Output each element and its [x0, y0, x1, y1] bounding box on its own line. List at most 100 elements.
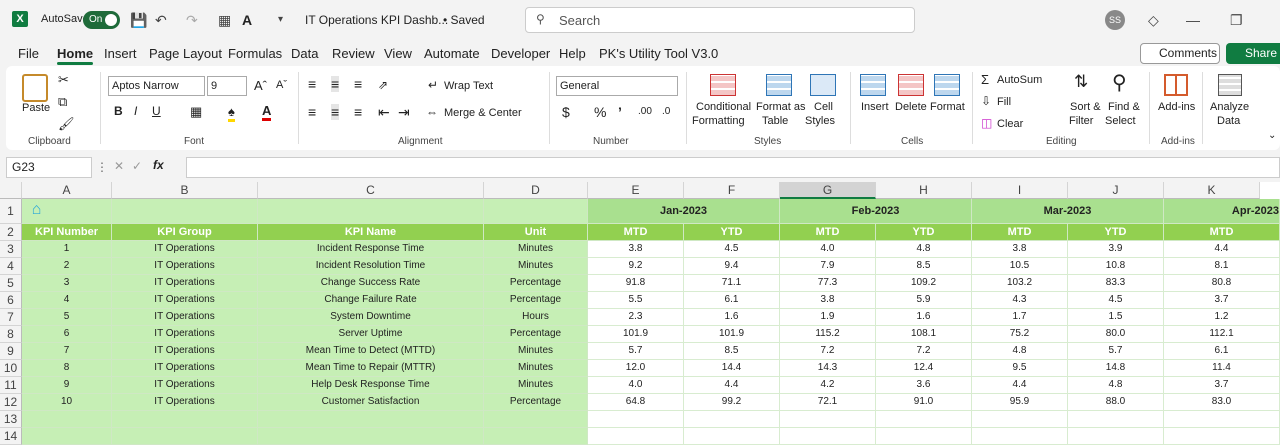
font-name-dropdown[interactable]: Aptos Narrow — [108, 76, 205, 96]
data-cell[interactable]: System Downtime — [258, 309, 484, 326]
data-cell[interactable]: Change Failure Rate — [258, 292, 484, 309]
data-cell[interactable]: 14.8 — [1068, 360, 1164, 377]
data-cell[interactable]: 8.1 — [1164, 258, 1280, 275]
data-cell[interactable]: 5 — [22, 309, 112, 326]
empty-cell[interactable] — [484, 428, 588, 445]
sort-filter-label-2[interactable]: Filter — [1069, 115, 1093, 127]
cell-styles-label[interactable]: Cell — [814, 101, 833, 113]
row-header-7[interactable]: 7 — [0, 309, 22, 326]
decrease-font-icon[interactable]: Aˇ — [276, 79, 287, 91]
save-icon[interactable]: 💾 — [130, 12, 147, 29]
data-cell[interactable]: 3.6 — [876, 377, 972, 394]
data-cell[interactable]: 5.7 — [1068, 343, 1164, 360]
increase-indent-icon[interactable]: ⇥ — [398, 104, 410, 121]
data-cell[interactable]: 14.4 — [684, 360, 780, 377]
data-cell[interactable]: Customer Satisfaction — [258, 394, 484, 411]
data-cell[interactable]: 83.0 — [1164, 394, 1280, 411]
format-painter-icon[interactable]: 🖌 — [58, 116, 75, 132]
italic-icon[interactable]: I — [134, 104, 137, 118]
data-cell[interactable]: IT Operations — [112, 343, 258, 360]
column-title[interactable]: YTD — [1068, 224, 1164, 241]
row-header-8[interactable]: 8 — [0, 326, 22, 343]
row-header-14[interactable]: 14 — [0, 428, 22, 445]
data-cell[interactable]: 1.6 — [684, 309, 780, 326]
empty-cell[interactable] — [22, 411, 112, 428]
column-header-a[interactable]: A — [22, 182, 112, 199]
row-header-3[interactable]: 3 — [0, 241, 22, 258]
empty-cell[interactable] — [1068, 411, 1164, 428]
data-cell[interactable]: 80.0 — [1068, 326, 1164, 343]
worksheet-grid[interactable]: A B C D E F G H I J K 1 2 3 4 5 6 7 8 9 10 11 12 13 14 ⌂ Jan-2023 F… — [0, 182, 1280, 445]
empty-cell[interactable] — [972, 428, 1068, 445]
percent-icon[interactable]: % — [594, 104, 606, 120]
empty-cell[interactable] — [484, 411, 588, 428]
data-cell[interactable]: 4.8 — [1068, 377, 1164, 394]
data-cell[interactable]: 14.3 — [780, 360, 876, 377]
data-cell[interactable]: Minutes — [484, 360, 588, 377]
empty-cell[interactable] — [780, 428, 876, 445]
data-cell[interactable]: 7.2 — [780, 343, 876, 360]
insert-cells-icon[interactable] — [860, 74, 886, 96]
data-cell[interactable]: 4.8 — [972, 343, 1068, 360]
home-icon[interactable]: ⌂ — [32, 201, 102, 218]
data-cell[interactable]: 101.9 — [684, 326, 780, 343]
data-cell[interactable]: Incident Response Time — [258, 241, 484, 258]
column-title[interactable]: MTD — [972, 224, 1068, 241]
data-cell[interactable]: 11.4 — [1164, 360, 1280, 377]
column-title[interactable]: YTD — [876, 224, 972, 241]
orientation-icon[interactable]: ⇗ — [378, 78, 388, 92]
comma-style-icon[interactable]: ’ — [618, 104, 622, 120]
data-cell[interactable]: 112.1 — [1164, 326, 1280, 343]
search-box[interactable]: ⚲ Search — [525, 7, 915, 33]
insert-function-icon[interactable]: fx — [153, 158, 164, 172]
column-title[interactable]: KPI Name — [258, 224, 484, 241]
empty-cell[interactable] — [972, 411, 1068, 428]
cut-icon[interactable]: ✂ — [58, 72, 69, 88]
data-cell[interactable]: 108.1 — [876, 326, 972, 343]
data-cell[interactable]: 5.5 — [588, 292, 684, 309]
data-cell[interactable]: 91.0 — [876, 394, 972, 411]
column-header-f[interactable]: F — [684, 182, 780, 199]
customize-qat-icon[interactable]: ▾ — [278, 14, 283, 25]
data-cell[interactable]: 1 — [22, 241, 112, 258]
borders-button-icon[interactable]: ▦ — [190, 104, 202, 120]
data-cell[interactable]: 7.2 — [876, 343, 972, 360]
cell-styles-label-2[interactable]: Styles — [805, 115, 835, 127]
tab-automate[interactable]: Automate — [424, 46, 480, 61]
data-cell[interactable]: 6.1 — [684, 292, 780, 309]
data-cell[interactable]: IT Operations — [112, 377, 258, 394]
avatar[interactable]: SS — [1105, 10, 1125, 30]
data-cell[interactable]: 9.4 — [684, 258, 780, 275]
empty-cell[interactable] — [876, 428, 972, 445]
format-as-table-icon[interactable] — [766, 74, 792, 96]
data-cell[interactable]: 10 — [22, 394, 112, 411]
month-header[interactable]: Apr-2023 — [1164, 199, 1280, 224]
format-cells-button[interactable]: Format — [930, 101, 965, 113]
add-ins-button[interactable]: Add-ins — [1158, 101, 1195, 113]
align-top-icon[interactable]: ≡ — [308, 76, 316, 92]
wrap-text-button[interactable]: Wrap Text — [444, 80, 493, 92]
empty-cell[interactable] — [112, 428, 258, 445]
copy-icon[interactable]: ⧉ — [58, 94, 67, 110]
clear-button[interactable]: Clear — [997, 118, 1023, 130]
tab-data[interactable]: Data — [291, 46, 318, 61]
column-header-c[interactable]: C — [258, 182, 484, 199]
data-cell[interactable]: 88.0 — [1068, 394, 1164, 411]
data-cell[interactable]: 4.2 — [780, 377, 876, 394]
conditional-formatting-label-2[interactable]: Formatting — [692, 115, 745, 127]
month-header[interactable]: Feb-2023 — [780, 199, 972, 224]
row-header-9[interactable]: 9 — [0, 343, 22, 360]
data-cell[interactable]: 1.9 — [780, 309, 876, 326]
analyze-data-icon[interactable] — [1218, 74, 1242, 96]
row-header-1[interactable]: 1 — [0, 199, 22, 224]
data-cell[interactable]: IT Operations — [112, 360, 258, 377]
data-cell[interactable]: 83.3 — [1068, 275, 1164, 292]
format-cells-icon[interactable] — [934, 74, 960, 96]
cell-d1[interactable] — [484, 199, 588, 224]
data-cell[interactable]: 12.4 — [876, 360, 972, 377]
increase-font-icon[interactable]: Aˆ — [254, 78, 267, 93]
minimize-icon[interactable]: — — [1186, 12, 1200, 28]
empty-cell[interactable] — [112, 411, 258, 428]
analyze-data-label-2[interactable]: Data — [1217, 115, 1240, 127]
column-header-h[interactable]: H — [876, 182, 972, 199]
